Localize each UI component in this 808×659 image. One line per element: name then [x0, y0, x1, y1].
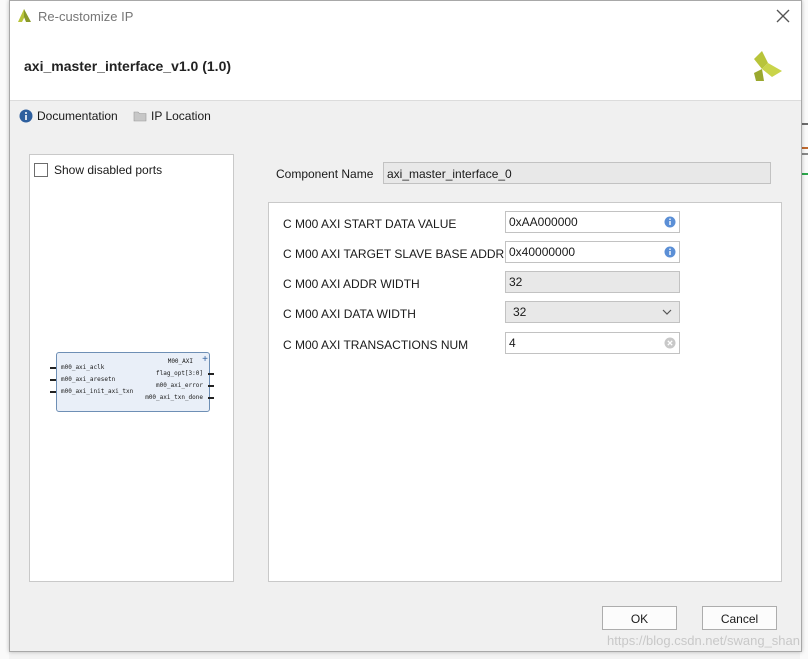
- ip-name-heading: axi_master_interface_v1.0 (1.0): [24, 58, 232, 74]
- close-icon[interactable]: [773, 6, 793, 26]
- link-bar: Documentation IP Location: [10, 101, 801, 133]
- data-width-select[interactable]: 32: [505, 301, 680, 323]
- field-value: 32: [513, 305, 527, 319]
- pin: [50, 367, 56, 369]
- pin: [208, 397, 214, 399]
- parameters-panel: C M00 AXI START DATA VALUE 0xAA000000 C …: [268, 202, 782, 582]
- documentation-link[interactable]: Documentation: [19, 109, 118, 123]
- info-icon: [19, 109, 33, 123]
- xilinx-logo-icon: [754, 51, 782, 81]
- start-data-value-input[interactable]: 0xAA000000: [505, 211, 680, 233]
- folder-icon: [133, 111, 147, 122]
- port-left: m00_axi_aclk: [61, 364, 105, 371]
- component-name-field[interactable]: axi_master_interface_0: [383, 162, 771, 184]
- field-value: 4: [509, 336, 516, 350]
- port-right: m00_axi_txn_done: [145, 394, 203, 401]
- show-disabled-ports-checkbox[interactable]: Show disabled ports: [34, 163, 162, 177]
- chevron-down-icon: [662, 309, 672, 315]
- ok-button[interactable]: OK: [602, 606, 677, 630]
- field-value: 0x40000000: [509, 245, 576, 259]
- port-right: flag_opt[3:0]: [156, 370, 203, 377]
- param-label: C M00 AXI TARGET SLAVE BASE ADDR: [283, 247, 505, 261]
- cancel-button[interactable]: Cancel: [702, 606, 777, 630]
- target-slave-base-addr-input[interactable]: 0x40000000: [505, 241, 680, 263]
- clear-icon[interactable]: [664, 337, 676, 349]
- param-label: C M00 AXI START DATA VALUE: [283, 217, 457, 231]
- pin: [208, 373, 214, 375]
- pin: [50, 379, 56, 381]
- field-value: 32: [509, 275, 523, 289]
- checkbox-box[interactable]: [34, 163, 48, 177]
- pin: [208, 385, 214, 387]
- port-right: M00_AXI: [167, 358, 193, 365]
- vivado-app-icon: [18, 9, 31, 22]
- title-bar: Re-customize IP: [10, 1, 801, 32]
- expand-plus-icon[interactable]: +: [202, 354, 208, 365]
- ip-block-symbol: m00_axi_aclk m00_axi_aresetn m00_axi_ini…: [56, 352, 210, 412]
- re-customize-ip-dialog: Re-customize IP axi_master_interface_v1.…: [9, 0, 802, 652]
- background-left-strip: [0, 0, 9, 659]
- transactions-num-input[interactable]: 4: [505, 332, 680, 354]
- port-right: m00_axi_error: [156, 382, 203, 389]
- ip-location-label: IP Location: [151, 109, 211, 123]
- show-disabled-ports-label: Show disabled ports: [54, 163, 163, 177]
- ip-location-link[interactable]: IP Location: [133, 109, 211, 123]
- info-icon[interactable]: [664, 246, 676, 258]
- ip-symbol-panel: Show disabled ports m00_axi_aclk m00_axi…: [29, 154, 234, 582]
- field-value: 0xAA000000: [509, 215, 578, 229]
- component-name-label: Component Name: [276, 167, 374, 181]
- param-label: C M00 AXI TRANSACTIONS NUM: [283, 338, 469, 352]
- addr-width-field: 32: [505, 271, 680, 293]
- pin: [50, 391, 56, 393]
- param-label: C M00 AXI DATA WIDTH: [283, 307, 416, 321]
- watermark: https://blog.csdn.net/swang_shan: [607, 633, 800, 648]
- port-left: m00_axi_aresetn: [61, 376, 116, 383]
- dialog-title: Re-customize IP: [38, 9, 134, 24]
- param-label: C M00 AXI ADDR WIDTH: [283, 277, 420, 291]
- port-left: m00_axi_init_axi_txn: [61, 388, 134, 395]
- documentation-label: Documentation: [37, 109, 118, 123]
- dialog-header: axi_master_interface_v1.0 (1.0): [10, 32, 801, 101]
- info-icon[interactable]: [664, 216, 676, 228]
